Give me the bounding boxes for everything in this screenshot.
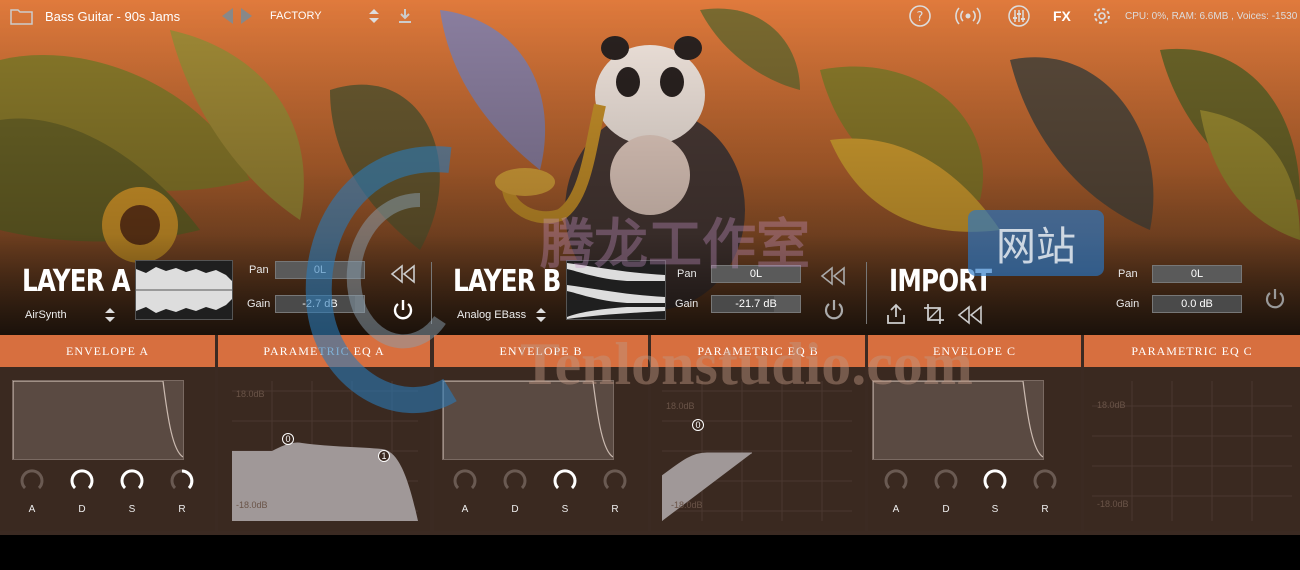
envelope-b-sustain-knob[interactable] [553, 469, 577, 493]
updown-icon[interactable] [368, 0, 380, 32]
knob-label-r: R [1041, 504, 1049, 515]
eq-b-top-label: 18.0dB [666, 401, 695, 411]
preset-name[interactable]: Bass Guitar - 90s Jams [45, 0, 180, 32]
import-gain-label: Gain [1116, 298, 1140, 310]
watermark-badge: 网站 [968, 210, 1104, 276]
envelope-a-panel: A D S R [0, 367, 215, 531]
import-pan-value: 0L [1190, 268, 1204, 280]
status-readout: CPU: 0%, RAM: 6.6MB , Voices: -1530 [1125, 10, 1298, 22]
mixer-icon[interactable] [1008, 0, 1030, 32]
layer-a-gain-label: Gain [247, 298, 271, 310]
folder-icon[interactable] [10, 0, 34, 32]
prev-arrow-icon[interactable] [220, 0, 234, 32]
envelope-a-release-knob[interactable] [170, 469, 194, 493]
eq-a-node-1[interactable]: 1 [378, 450, 390, 462]
envelope-b-decay-knob[interactable] [503, 469, 527, 493]
gear-icon[interactable] [1092, 0, 1112, 32]
knob-label-a: A [892, 504, 900, 515]
watermark-logo [305, 146, 457, 413]
knob-label-d: D [942, 504, 950, 515]
layer-b-gain-label: Gain [675, 298, 699, 310]
eq-a-node-0[interactable]: 0 [282, 433, 294, 445]
import-pan-field[interactable]: 0L [1152, 265, 1242, 283]
layer-b-source-updown-icon[interactable] [536, 308, 546, 322]
envelope-c-release-knob[interactable] [1033, 469, 1057, 493]
envelope-b-attack-knob[interactable] [453, 469, 477, 493]
envelope-c-decay-knob[interactable] [934, 469, 958, 493]
fx-button[interactable]: FX [1053, 0, 1071, 32]
envelope-b-release-knob[interactable] [603, 469, 627, 493]
separator [866, 262, 867, 324]
import-power-icon[interactable] [1263, 287, 1287, 311]
envelope-c-sustain-knob[interactable] [983, 469, 1007, 493]
knob-label-r: R [178, 504, 186, 515]
envelope-a-attack-knob[interactable] [20, 469, 44, 493]
broadcast-icon[interactable] [954, 0, 982, 32]
eq-a-bottom-label: -18.0dB [236, 500, 268, 510]
layer-b-gain-slider[interactable]: -21.7 dB [711, 295, 801, 313]
knob-label-d: D [78, 504, 86, 515]
layer-a-source[interactable]: AirSynth [25, 309, 67, 321]
import-pan-label: Pan [1118, 268, 1138, 280]
eq-c-bottom-label: -18.0dB [1097, 499, 1129, 509]
download-icon[interactable] [397, 0, 413, 32]
eq-b-bottom-label: -18.0dB [671, 500, 703, 510]
eq-c-top-label: 18.0dB [1097, 400, 1126, 410]
next-arrow-icon[interactable] [240, 0, 254, 32]
knob-label-s: S [561, 504, 569, 515]
import-rewind-icon[interactable] [955, 305, 985, 325]
import-gain-value: 0.0 dB [1181, 298, 1213, 310]
watermark-text: Tenlonstudio.com [520, 331, 973, 397]
parametric-eq-c-panel: 18.0dB -18.0dB [1084, 367, 1300, 531]
layer-a-title: LAYER A [22, 264, 131, 299]
envelope-a-sustain-knob[interactable] [120, 469, 144, 493]
layer-b-rewind-icon[interactable] [818, 266, 848, 286]
plugin-window: Bass Guitar - 90s Jams FACTORY ? FX CPU:… [0, 0, 1300, 570]
layer-b-power-icon[interactable] [822, 298, 846, 322]
envelope-a-decay-knob[interactable] [70, 469, 94, 493]
envelope-c-attack-knob[interactable] [884, 469, 908, 493]
top-bar: Bass Guitar - 90s Jams FACTORY ? FX CPU:… [0, 0, 1300, 32]
knob-label-a: A [461, 504, 469, 515]
upload-icon[interactable] [885, 303, 907, 325]
layer-a-pan-label: Pan [249, 264, 269, 276]
import-gain-slider[interactable]: 0.0 dB [1152, 295, 1242, 313]
layer-a-source-updown-icon[interactable] [105, 308, 115, 322]
help-icon[interactable]: ? [908, 0, 932, 32]
svg-text:?: ? [917, 10, 924, 25]
tab-parametric-eq-c[interactable]: PARAMETRIC EQ C [1084, 335, 1300, 367]
crop-icon[interactable] [923, 303, 945, 325]
knob-label-r: R [611, 504, 619, 515]
watermark-cn: 腾龙工作室 [540, 213, 810, 276]
knob-label-a: A [28, 504, 36, 515]
tab-envelope-a[interactable]: ENVELOPE A [0, 335, 215, 367]
knob-label-s: S [128, 504, 136, 515]
eq-b-node-0[interactable]: 0 [692, 419, 704, 431]
knob-label-d: D [511, 504, 519, 515]
bank-select[interactable]: FACTORY [270, 0, 322, 32]
layer-b-gain-value: -21.7 dB [735, 298, 777, 310]
layer-a-waveform [135, 260, 233, 320]
eq-a-top-label: 18.0dB [236, 389, 265, 399]
knob-label-s: S [991, 504, 999, 515]
envelope-a-graph[interactable] [12, 380, 184, 460]
